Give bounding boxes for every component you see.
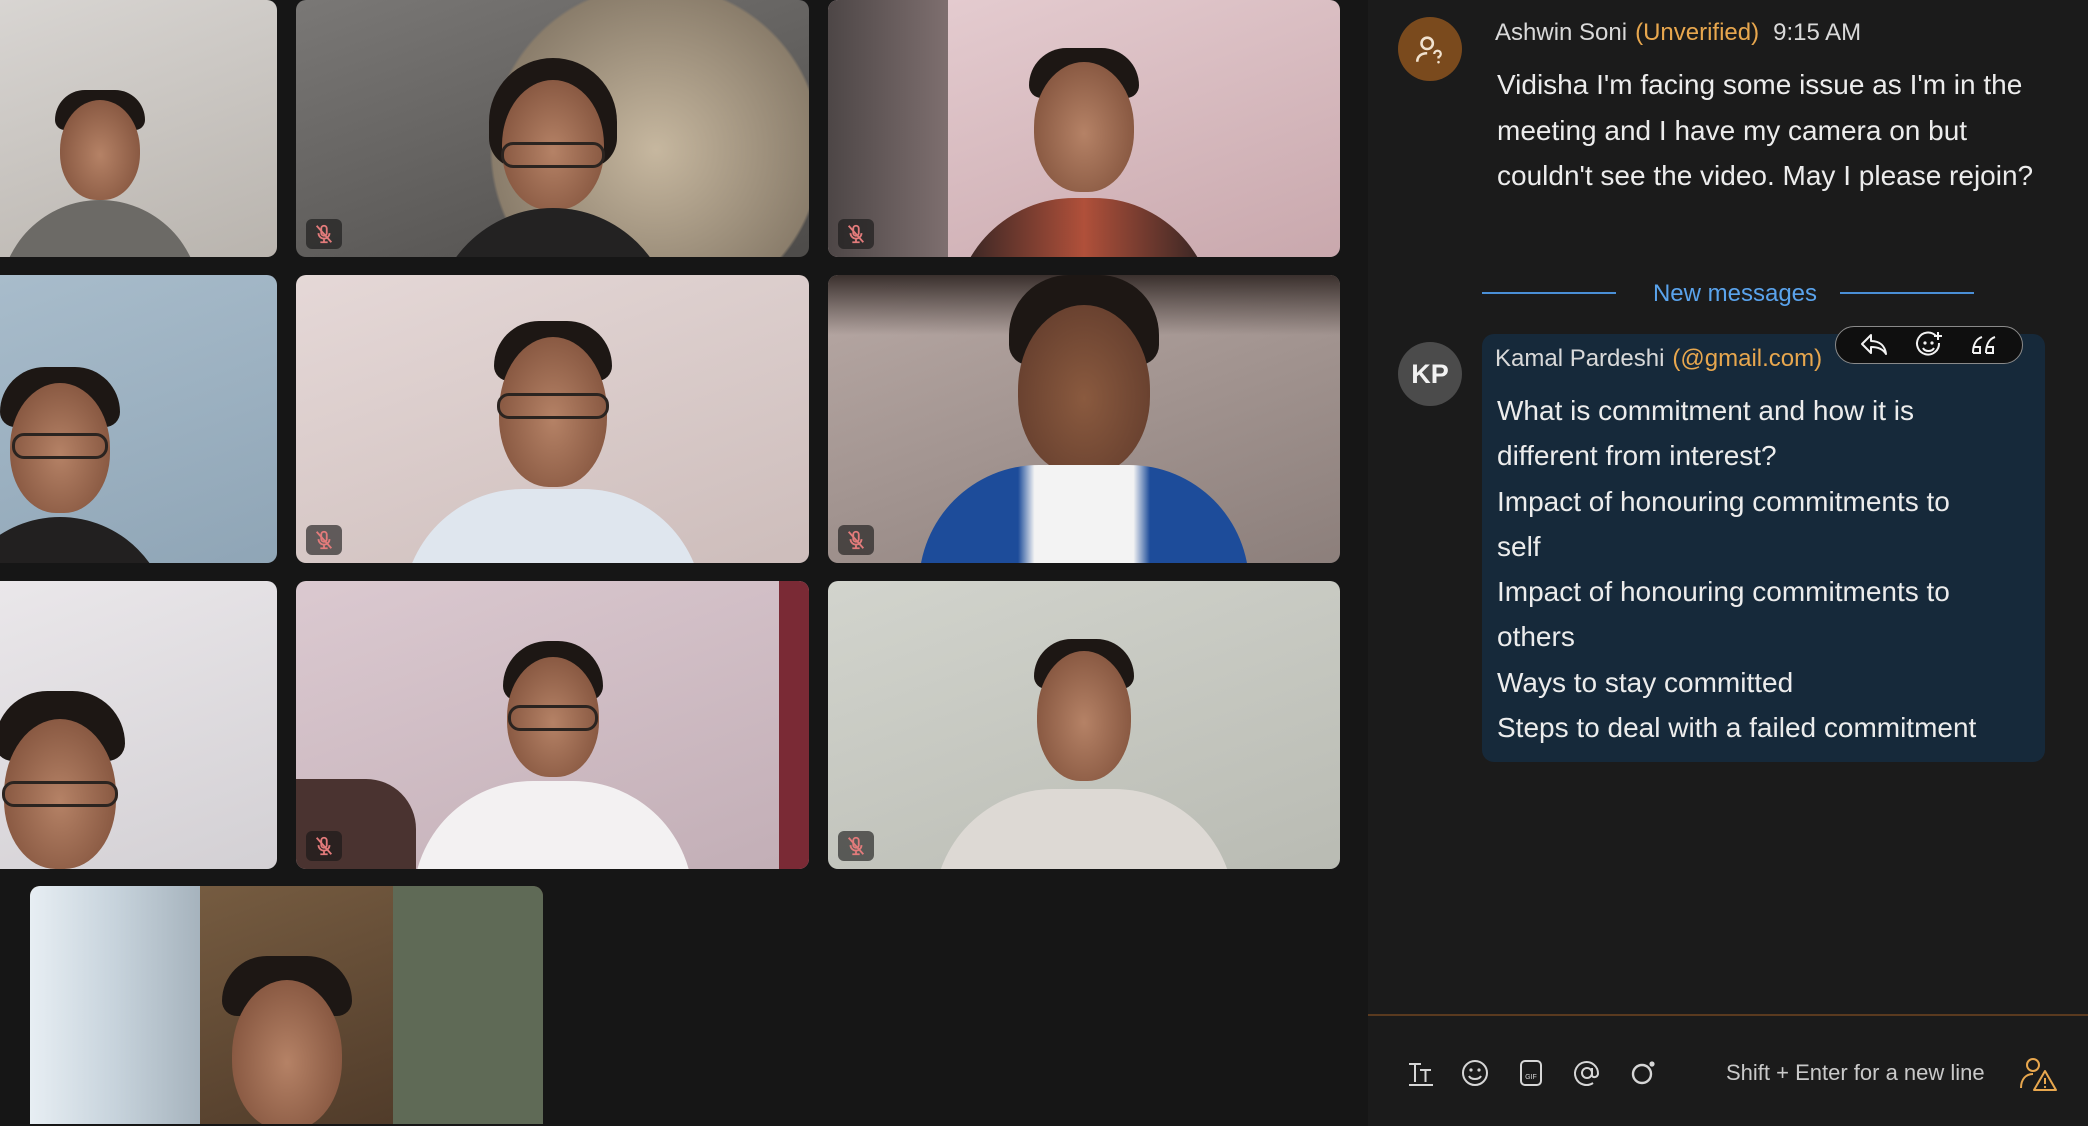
participant-video (187, 956, 387, 1124)
video-tile[interactable] (296, 581, 809, 869)
unverified-user-avatar (1398, 17, 1462, 81)
sender-name[interactable]: Ashwin Soni (1495, 19, 1627, 46)
svg-text:GIF: GIF (1525, 1074, 1537, 1081)
message-header: Ashwin Soni (Unverified) 9:15 AM (1495, 19, 1861, 47)
muted-mic-icon (838, 831, 874, 861)
chat-panel: Ashwin Soni (Unverified) 9:15 AM Vidisha I… (1368, 0, 2088, 1126)
message-line: different from interest? (1497, 440, 1777, 472)
message-line: Ways to stay committed (1497, 666, 1794, 698)
participant-video (954, 48, 1214, 257)
video-tile[interactable] (0, 0, 277, 257)
unverified-tag: (Unverified) (1635, 19, 1760, 46)
participant-video (0, 367, 170, 563)
highlighted-message[interactable]: What is commitment and how it is differe… (1482, 334, 2045, 762)
composer-hint: Shift + Enter for a new line (1726, 1060, 1985, 1085)
message-composer[interactable]: GIF Shift + Enter for a new line (1368, 1014, 2088, 1126)
video-gallery (0, 0, 1368, 1124)
participant-video (0, 90, 200, 257)
video-tile[interactable] (296, 275, 809, 563)
quote-icon[interactable] (1967, 328, 2001, 362)
muted-mic-icon (838, 525, 874, 555)
email-domain-tag: (@gmail.com) (1672, 345, 1823, 372)
video-tile[interactable] (0, 581, 277, 869)
message-line: others (1497, 621, 1575, 653)
muted-mic-icon (306, 219, 342, 249)
message-time: 9:15 AM (1773, 19, 1862, 46)
gif-icon[interactable]: GIF (1514, 1056, 1548, 1090)
record-icon[interactable] (1626, 1056, 1660, 1090)
sender-name[interactable]: Kamal Pardeshi (1495, 345, 1664, 372)
muted-mic-icon (306, 525, 342, 555)
video-tile[interactable] (296, 0, 809, 257)
message-text: What is commitment and how it is differe… (1497, 388, 1976, 750)
video-tile[interactable] (828, 275, 1340, 563)
add-reaction-icon[interactable] (1912, 328, 1946, 362)
participant-video (919, 275, 1249, 563)
emoji-icon[interactable] (1458, 1056, 1492, 1090)
new-messages-divider (1482, 292, 1616, 294)
muted-mic-icon (838, 219, 874, 249)
participant-video (432, 58, 673, 257)
mention-icon[interactable] (1570, 1056, 1604, 1090)
reply-icon[interactable] (1857, 328, 1891, 362)
unverified-user-icon (1415, 36, 1442, 64)
participant-video (412, 641, 693, 869)
message-line: self (1497, 530, 1541, 562)
message-header: Kamal Pardeshi (@gmail.com) (1495, 345, 1822, 373)
message-line: What is commitment and how it is (1497, 395, 1915, 426)
user-avatar: KP (1398, 342, 1462, 406)
participant-video (402, 321, 703, 563)
message-actions-toolbar (1835, 326, 2023, 364)
participant-video (0, 691, 160, 869)
video-tile[interactable] (828, 0, 1340, 257)
video-tile[interactable] (30, 886, 543, 1124)
video-tile[interactable] (0, 275, 277, 563)
message-line: Impact of honouring commitments to (1497, 485, 1950, 517)
new-messages-divider (1840, 292, 1974, 294)
video-tile[interactable] (828, 581, 1340, 869)
new-messages-label: New messages (1652, 280, 1818, 307)
message-line: Impact of honouring commitments to (1497, 576, 1950, 608)
participant-video (934, 639, 1234, 869)
message-text: Vidisha I'm facing some issue as I'm in … (1497, 69, 2034, 191)
send-warning-icon[interactable] (2018, 1054, 2058, 1094)
text-format-icon[interactable] (1404, 1056, 1438, 1090)
muted-mic-icon (306, 831, 342, 861)
message-line: Steps to deal with a failed commitment (1497, 712, 1977, 744)
